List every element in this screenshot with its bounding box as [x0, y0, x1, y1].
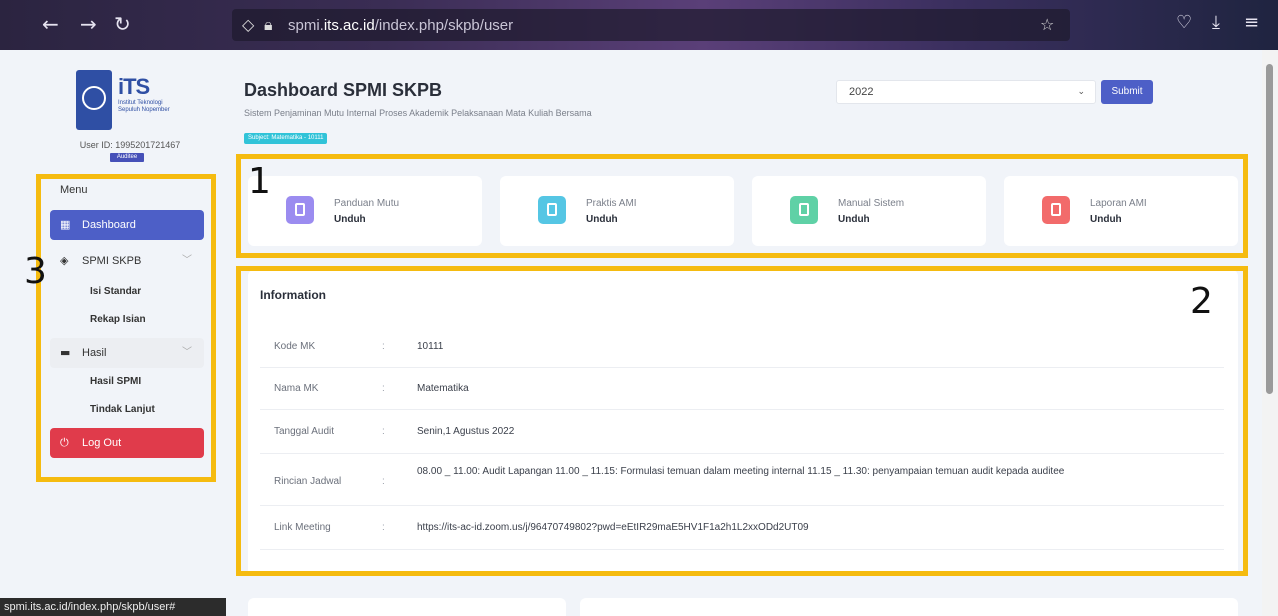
logo-name: iTS [118, 74, 150, 99]
annotation-number-1: 1 [248, 161, 271, 202]
year-select[interactable]: 2022 ⌄ [836, 80, 1096, 104]
forward-icon[interactable]: → [80, 12, 97, 36]
chevron-down-icon: ⌄ [1077, 87, 1085, 97]
pocket-icon[interactable]: ♡ [1176, 12, 1192, 33]
url-text[interactable]: spmi.its.ac.id/index.php/skpb/user [288, 17, 513, 34]
shield-icon[interactable]: ◇ [242, 15, 254, 34]
annotation-number-3: 3 [24, 251, 47, 292]
seal-icon [76, 70, 112, 130]
page-subtitle: Sistem Penjaminan Mutu Internal Proses A… [244, 108, 592, 118]
submit-button[interactable]: Submit [1101, 80, 1153, 104]
lock-icon[interactable]: 🔒︎ [264, 15, 273, 35]
annotation-box-1 [236, 154, 1248, 258]
role-badge: Auditee [110, 153, 144, 162]
scrollbar[interactable] [1262, 50, 1278, 616]
download-icon[interactable]: ⤓ [1212, 12, 1220, 33]
scrollbar-thumb[interactable] [1266, 64, 1273, 394]
browser-toolbar: ← → ↻ ◇ 🔒︎ spmi.its.ac.id/index.php/skpb… [0, 0, 1278, 50]
status-bar-url: spmi.its.ac.id/index.php/skpb/user# [0, 598, 226, 616]
bookmark-star-icon[interactable]: ☆ [1040, 15, 1054, 34]
year-value: 2022 [849, 86, 874, 98]
bottom-card [248, 598, 566, 616]
annotation-number-2: 2 [1190, 281, 1213, 322]
subject-badge: Subject: Matematika - 10111 [244, 133, 328, 144]
back-icon[interactable]: ← [42, 12, 59, 36]
page-title: Dashboard SPMI SKPB [244, 80, 443, 100]
address-bar[interactable]: ◇ 🔒︎ spmi.its.ac.id/index.php/skpb/user … [232, 9, 1070, 41]
logo-subtitle: Institut Teknologi Sepuluh Nopember [118, 100, 170, 113]
its-logo[interactable]: iTS Institut Teknologi Sepuluh Nopember [76, 70, 186, 134]
reload-icon[interactable]: ↻ [114, 12, 131, 36]
user-id: User ID: 1995201721467 [79, 140, 181, 150]
bottom-card [580, 598, 1238, 616]
annotation-box-3 [36, 174, 216, 482]
menu-icon[interactable]: ≡ [1244, 12, 1259, 33]
annotation-box-2 [236, 266, 1248, 576]
